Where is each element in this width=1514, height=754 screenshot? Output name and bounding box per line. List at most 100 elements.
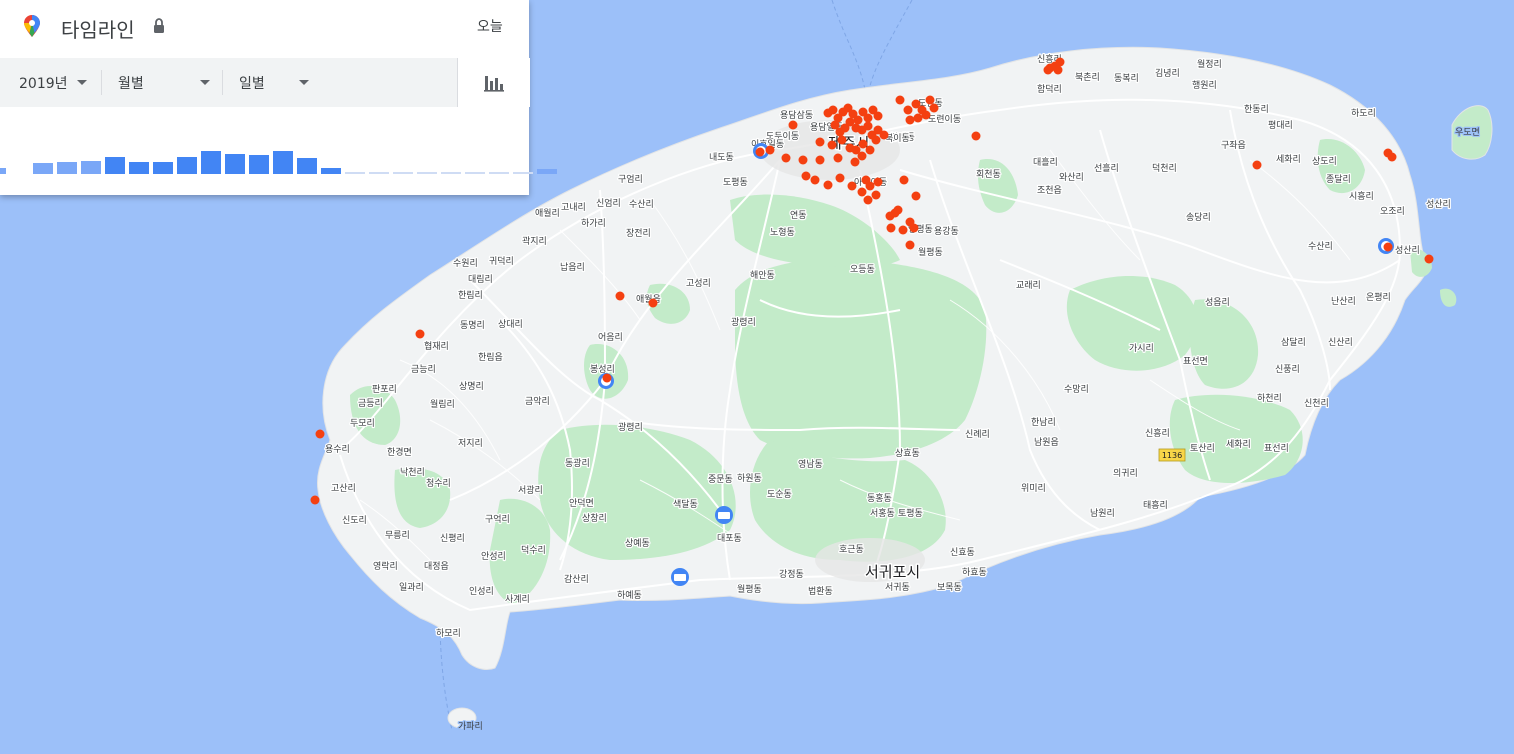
place-label: 성산리	[1395, 245, 1420, 256]
visit-point[interactable]	[895, 95, 905, 105]
visit-point[interactable]	[911, 191, 921, 201]
month-bar[interactable]	[441, 172, 461, 174]
visit-point[interactable]	[1387, 152, 1397, 162]
visit-point[interactable]	[815, 155, 825, 165]
month-bar[interactable]	[129, 162, 149, 174]
visit-point[interactable]	[863, 195, 873, 205]
visit-point[interactable]	[755, 147, 765, 157]
visit-point[interactable]	[899, 175, 909, 185]
place-label: 강정동	[779, 569, 804, 580]
month-bar[interactable]	[369, 172, 389, 174]
month-bar[interactable]	[393, 172, 413, 174]
chart-toggle-button[interactable]	[457, 58, 530, 107]
ferry-icon-hwasun[interactable]	[671, 568, 689, 586]
visit-point[interactable]	[873, 177, 883, 187]
month-bar[interactable]	[33, 163, 53, 174]
visit-point[interactable]	[833, 153, 843, 163]
month-bar[interactable]	[177, 157, 197, 174]
month-bar[interactable]	[201, 151, 221, 174]
visit-point[interactable]	[890, 208, 900, 218]
visit-point[interactable]	[1043, 65, 1053, 75]
place-label: 한남리	[1031, 417, 1056, 428]
place-label: 용수리	[325, 444, 350, 455]
month-bar[interactable]	[81, 161, 101, 174]
visit-point[interactable]	[863, 113, 873, 123]
visit-point[interactable]	[827, 140, 837, 150]
visit-point[interactable]	[648, 298, 658, 308]
visit-point[interactable]	[863, 121, 873, 131]
month-bar[interactable]	[345, 172, 365, 174]
month-bar[interactable]	[537, 169, 557, 174]
month-bar[interactable]	[225, 154, 245, 174]
month-bar[interactable]	[0, 168, 6, 174]
visit-point[interactable]	[858, 139, 868, 149]
visit-point[interactable]	[913, 113, 923, 123]
year-dropdown[interactable]: 2019년	[19, 58, 89, 107]
place-label: 선흘리	[1094, 162, 1119, 174]
visit-point[interactable]	[835, 173, 845, 183]
month-bar[interactable]	[321, 168, 341, 174]
visit-point[interactable]	[909, 223, 919, 233]
month-bar[interactable]	[153, 162, 173, 174]
month-bar[interactable]	[273, 151, 293, 174]
visit-point[interactable]	[921, 110, 931, 120]
visit-point[interactable]	[798, 155, 808, 165]
visit-point[interactable]	[823, 180, 833, 190]
visit-point[interactable]	[835, 127, 845, 137]
visit-point[interactable]	[879, 130, 889, 140]
visit-point[interactable]	[310, 495, 320, 505]
visit-point[interactable]	[886, 223, 896, 233]
day-dropdown[interactable]: 일별	[239, 58, 309, 107]
visit-point[interactable]	[929, 103, 939, 113]
visit-point[interactable]	[850, 157, 860, 167]
place-label: 월평동	[918, 246, 943, 258]
visit-point[interactable]	[871, 135, 881, 145]
visit-point[interactable]	[857, 151, 867, 161]
visit-point[interactable]	[615, 291, 625, 301]
month-bar[interactable]	[513, 172, 533, 174]
place-label: 신천리	[1304, 398, 1329, 409]
today-button[interactable]: 오늘	[477, 16, 503, 36]
visit-point[interactable]	[871, 190, 881, 200]
month-dropdown[interactable]: 월별	[118, 58, 210, 107]
visit-point[interactable]	[781, 153, 791, 163]
month-bar[interactable]	[57, 162, 77, 174]
visit-point[interactable]	[905, 240, 915, 250]
month-bar[interactable]	[249, 155, 269, 174]
visit-point[interactable]	[815, 137, 825, 147]
ferry-icon-jungmun[interactable]	[715, 506, 733, 524]
visit-point[interactable]	[602, 373, 612, 383]
visit-point[interactable]	[788, 120, 798, 130]
place-label: 가파리	[458, 721, 483, 732]
visit-point[interactable]	[971, 131, 981, 141]
visit-point[interactable]	[1252, 160, 1262, 170]
visit-point[interactable]	[1053, 65, 1063, 75]
visit-point[interactable]	[898, 225, 908, 235]
month-bar[interactable]	[297, 158, 317, 174]
month-bar[interactable]	[417, 172, 437, 174]
visit-point[interactable]	[415, 329, 425, 339]
visit-point[interactable]	[1055, 57, 1065, 67]
visit-point[interactable]	[873, 111, 883, 121]
month-bar[interactable]	[489, 172, 509, 174]
visit-point[interactable]	[903, 105, 913, 115]
visit-point[interactable]	[905, 115, 915, 125]
visit-point[interactable]	[853, 115, 863, 125]
visit-point[interactable]	[1383, 242, 1393, 252]
month-bar[interactable]	[465, 172, 485, 174]
visit-point[interactable]	[837, 135, 847, 145]
visit-point[interactable]	[847, 181, 857, 191]
visit-point[interactable]	[828, 105, 838, 115]
month-bar[interactable]	[105, 157, 125, 174]
visit-point[interactable]	[925, 95, 935, 105]
place-label: 남원읍	[1034, 437, 1059, 448]
visit-point[interactable]	[857, 187, 867, 197]
place-label: 일과리	[399, 582, 424, 593]
visit-point[interactable]	[865, 181, 875, 191]
visit-point[interactable]	[765, 145, 775, 155]
visit-point[interactable]	[801, 171, 811, 181]
visit-point[interactable]	[865, 145, 875, 155]
visit-point[interactable]	[1424, 254, 1434, 264]
visit-point[interactable]	[810, 175, 820, 185]
visit-point[interactable]	[315, 429, 325, 439]
